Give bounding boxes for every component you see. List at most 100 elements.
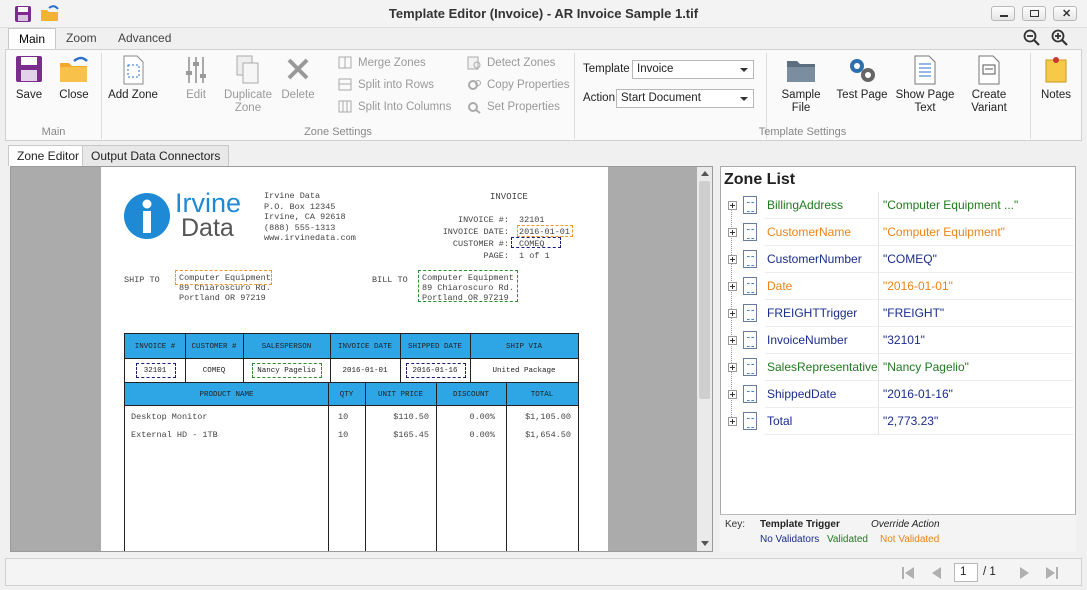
save-button[interactable]: Save [9, 55, 49, 102]
table-cell: 0.00% [469, 412, 495, 422]
table-header-cell: PRODUCT NAME [199, 391, 254, 399]
zone-row-total[interactable]: Total "2,773.23" [721, 408, 1073, 435]
expand-icon[interactable] [728, 255, 737, 264]
separator [1030, 53, 1031, 139]
zone-billing-address[interactable] [418, 270, 518, 302]
folder-icon [787, 61, 815, 82]
minimize-button[interactable] [991, 6, 1015, 21]
expand-icon[interactable] [728, 309, 737, 318]
viewer-scrollbar[interactable] [697, 167, 712, 551]
scroll-up-icon[interactable] [701, 171, 709, 176]
last-page-button[interactable] [1046, 566, 1060, 580]
key-not-validated: Not Validated [880, 534, 940, 545]
page-number-input[interactable]: 1 [954, 563, 978, 582]
invoice-meta-labels: INVOICE #: INVOICE DATE: CUSTOMER #: PAG… [442, 215, 509, 261]
status-bar: 1 / 1 [5, 558, 1082, 586]
zoom-out-icon[interactable] [1023, 29, 1041, 47]
zone-row-invoice-number[interactable]: InvoiceNumber "32101" [721, 327, 1073, 354]
zone-document-icon [743, 196, 757, 214]
sample-file-button[interactable]: Sample File [776, 55, 826, 115]
delete-button[interactable]: Delete [278, 55, 318, 102]
key-override-action: Override Action [871, 519, 940, 530]
table-cell: External HD - 1TB [131, 430, 218, 440]
zone-invoice-number[interactable] [136, 363, 176, 378]
expand-icon[interactable] [728, 363, 737, 372]
zoom-in-icon[interactable] [1051, 29, 1069, 47]
tab-advanced[interactable]: Advanced [108, 28, 181, 50]
table-cell: COMEQ [202, 367, 226, 375]
group-zone-settings-label: Zone Settings [304, 126, 372, 138]
tab-zoom[interactable]: Zoom [56, 28, 107, 50]
close-button[interactable]: Close [54, 55, 94, 102]
show-page-text-button[interactable]: Show Page Text [894, 55, 956, 115]
zone-customer-name[interactable] [175, 270, 272, 285]
zone-sales-representative[interactable] [252, 363, 322, 378]
zone-row-sales-representative[interactable]: SalesRepresentative "Nancy Pagelio" [721, 354, 1073, 381]
detect-zones-button[interactable]: Detect Zones [465, 53, 555, 73]
zone-customer-number[interactable] [511, 237, 561, 248]
delete-x-icon [287, 58, 309, 80]
set-properties-button[interactable]: Set Properties [465, 97, 560, 117]
duplicate-icon [236, 55, 259, 84]
zone-shipped-date[interactable] [406, 363, 466, 378]
zone-document-icon [743, 385, 757, 403]
table-header-cell: UNIT PRICE [377, 391, 423, 399]
expand-icon[interactable] [728, 417, 737, 426]
table-header-cell: SHIP VIA [505, 343, 542, 351]
test-page-button[interactable]: Test Page [834, 55, 890, 102]
first-page-button[interactable] [902, 566, 916, 580]
next-page-button[interactable] [1018, 566, 1032, 580]
create-variant-button[interactable]: Create Variant [962, 55, 1016, 115]
previous-page-button[interactable] [930, 566, 944, 580]
merge-zones-button[interactable]: Merge Zones [336, 53, 426, 73]
split-into-rows-button[interactable]: Split into Rows [336, 75, 434, 95]
zone-row-shipped-date[interactable]: ShippedDate "2016-01-16" [721, 381, 1073, 408]
ribbon: Save Close Main Add Zone Edit Duplicate … [5, 49, 1082, 141]
document-viewer[interactable]: Irvine Data Irvine Data P.O. Box 12345 I… [10, 166, 713, 552]
zone-document-icon [743, 358, 757, 376]
tab-output-data-connectors[interactable]: Output Data Connectors [82, 145, 230, 166]
group-main-label: Main [41, 126, 66, 138]
tab-main[interactable]: Main [8, 28, 57, 50]
zone-row-customer-number[interactable]: CustomerNumber "COMEQ" [721, 246, 1073, 273]
tab-zone-editor[interactable]: Zone Editor [8, 145, 89, 166]
add-zone-icon [123, 55, 144, 85]
zone-date[interactable] [517, 225, 573, 237]
notes-button[interactable]: Notes [1033, 55, 1079, 102]
invoice-heading: INVOICE [490, 192, 528, 202]
scrollbar-thumb[interactable] [699, 181, 710, 399]
expand-icon[interactable] [728, 282, 737, 291]
action-select[interactable]: Start Document [616, 89, 754, 108]
table-cell: $110.50 [393, 412, 429, 422]
zone-row-customer-name[interactable]: CustomerName "Computer Equipment" [721, 219, 1073, 246]
zone-row-freight-trigger[interactable]: FREIGHTTrigger "FREIGHT" [721, 300, 1073, 327]
table-cell: $1,105.00 [525, 412, 571, 422]
expand-icon[interactable] [728, 228, 737, 237]
edit-button[interactable]: Edit [176, 55, 216, 102]
key-validated: Validated [827, 534, 868, 545]
template-select[interactable]: Invoice [632, 60, 754, 79]
copy-properties-icon [468, 80, 481, 90]
maximize-button[interactable] [1022, 6, 1046, 21]
add-zone-button[interactable]: Add Zone [107, 55, 159, 102]
table-cell: $165.45 [393, 430, 429, 440]
logo-text-bottom: Data [181, 214, 234, 242]
copy-properties-button[interactable]: Copy Properties [465, 75, 569, 95]
zone-row-billing-address[interactable]: BillingAddress "Computer Equipment ..." [721, 192, 1073, 219]
table-cell: United Package [492, 367, 556, 375]
duplicate-zone-button[interactable]: Duplicate Zone [223, 55, 273, 115]
table-header-cell: QTY [339, 391, 354, 399]
table-cell: 2016-01-01 [342, 367, 388, 375]
expand-icon[interactable] [728, 390, 737, 399]
expand-icon[interactable] [728, 336, 737, 345]
key-no-validators: No Validators [760, 534, 820, 545]
expand-icon[interactable] [728, 201, 737, 210]
ship-to-label: SHIP TO [124, 275, 160, 285]
zone-document-icon [743, 304, 757, 322]
key-label: Key: [725, 519, 746, 530]
close-window-button[interactable]: ✕ [1053, 6, 1077, 21]
split-columns-icon [338, 100, 352, 113]
split-into-columns-button[interactable]: Split Into Columns [336, 97, 451, 117]
scroll-down-icon[interactable] [701, 541, 709, 546]
zone-row-date[interactable]: Date "2016-01-01" [721, 273, 1073, 300]
